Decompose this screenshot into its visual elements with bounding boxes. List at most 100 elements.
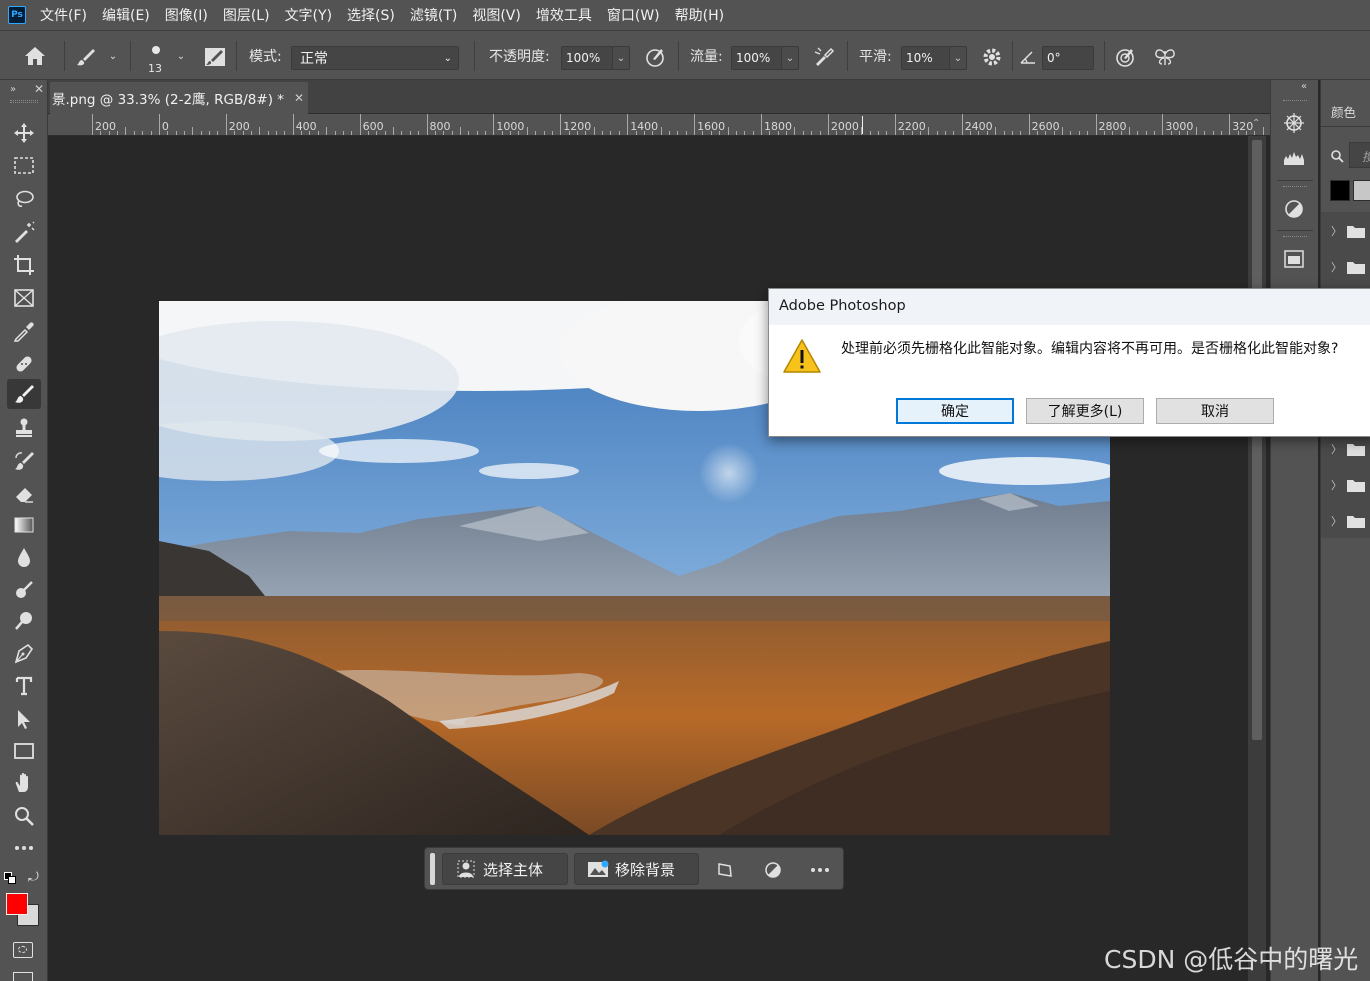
menu-item[interactable]: 视图(V) — [472, 5, 521, 25]
chevron-right-icon[interactable]: 〉 — [1331, 513, 1342, 529]
blend-mode-select[interactable]: 正常 ⌄ — [291, 46, 459, 70]
panel-grip[interactable] — [10, 100, 38, 103]
gradient-icon[interactable] — [7, 510, 41, 540]
brush-tool-preset-icon[interactable] — [74, 45, 98, 69]
panel-close-icon[interactable]: ✕ — [34, 82, 44, 96]
swap-colors-icon[interactable]: ⤾ — [28, 870, 39, 885]
type-tool-icon[interactable] — [7, 671, 41, 701]
pressure-size-icon[interactable] — [1112, 45, 1138, 69]
hand-tool-icon[interactable] — [7, 768, 41, 798]
folder-group-2[interactable]: 〉 — [1321, 250, 1370, 284]
menu-item[interactable]: 选择(S) — [347, 5, 395, 25]
menu-item[interactable]: 文字(Y) — [285, 5, 332, 25]
navigator-icon[interactable] — [1281, 110, 1307, 136]
document-tab[interactable]: 景.png @ 33.3% (2-2鹰, RGB/8#) * ✕ — [50, 82, 308, 114]
transform-icon[interactable] — [713, 858, 737, 882]
chevron-right-icon[interactable]: 〉 — [1331, 223, 1342, 239]
opacity-dropdown-button[interactable]: ⌄ — [612, 46, 630, 70]
menu-item[interactable]: 图层(L) — [223, 5, 270, 25]
taskbar-grip[interactable] — [430, 853, 435, 885]
opacity-input[interactable]: 100% — [561, 46, 613, 70]
gray-swatch[interactable] — [1353, 180, 1370, 201]
quick-mask-icon[interactable] — [13, 942, 33, 958]
flow-dropdown-button[interactable]: ⌄ — [781, 46, 799, 70]
smoothing-dropdown-button[interactable]: ⌄ — [949, 46, 967, 70]
move-tool-icon[interactable] — [7, 118, 41, 148]
eyedropper-icon[interactable] — [7, 316, 41, 346]
menu-item[interactable]: 帮助(H) — [675, 5, 724, 25]
home-icon[interactable] — [20, 43, 50, 69]
more-tools-icon[interactable] — [7, 833, 41, 863]
dodge-icon[interactable] — [7, 574, 41, 604]
learn-more-button[interactable]: 了解更多(L) — [1026, 398, 1144, 424]
menu-item[interactable]: 增效工具 — [536, 5, 592, 25]
ruler-scroll-up-icon[interactable]: ⌃ — [1252, 118, 1260, 129]
menu-item[interactable]: 文件(F) — [40, 5, 87, 25]
adjustment-icon[interactable] — [761, 858, 785, 882]
flow-input[interactable]: 100% — [731, 46, 783, 70]
brush-preview-icon[interactable] — [147, 41, 165, 59]
ruler-minor-tick — [702, 131, 704, 135]
rectangular-marquee-icon[interactable] — [7, 151, 41, 181]
folder-group-5[interactable]: 〉 — [1321, 504, 1370, 538]
scrollbar-thumb[interactable] — [1252, 140, 1262, 740]
chevron-right-icon[interactable]: 〉 — [1331, 477, 1342, 493]
menu-item[interactable]: 编辑(E) — [102, 5, 150, 25]
pressure-opacity-icon[interactable] — [642, 45, 668, 69]
expand-panels-icon[interactable]: « — [1301, 81, 1307, 92]
symmetry-butterfly-icon[interactable] — [1152, 45, 1178, 69]
blur-drop-icon[interactable] — [7, 542, 41, 572]
color-panel-tab[interactable]: 颜色 — [1331, 102, 1356, 121]
gear-icon[interactable] — [979, 45, 1005, 69]
chevron-down-icon[interactable]: ⌄ — [174, 49, 188, 63]
healing-brush-icon[interactable] — [7, 349, 41, 379]
default-colors-icon[interactable] — [4, 872, 16, 884]
flow-label: 流量: — [690, 49, 723, 65]
folder-group-3[interactable]: 〉 — [1321, 432, 1370, 466]
menu-item[interactable]: 滤镜(T) — [410, 5, 457, 25]
pen-tool-icon[interactable] — [7, 638, 41, 668]
path-selection-icon[interactable] — [7, 704, 41, 734]
cancel-button[interactable]: 取消 — [1156, 398, 1274, 424]
brush-tool-icon[interactable] — [7, 379, 41, 409]
foreground-color-swatch[interactable] — [6, 893, 28, 915]
panel-grip[interactable] — [1283, 236, 1307, 239]
eraser-icon[interactable] — [7, 479, 41, 509]
adjustments-icon[interactable] — [1281, 196, 1307, 222]
angle-input[interactable]: 0° — [1042, 46, 1094, 70]
magic-wand-icon[interactable] — [7, 217, 41, 247]
libraries-icon[interactable] — [1281, 246, 1307, 272]
panel-grip[interactable] — [1283, 100, 1307, 103]
black-swatch[interactable] — [1330, 180, 1350, 201]
panel-grip[interactable] — [1283, 186, 1307, 189]
crop-tool-icon[interactable] — [7, 250, 41, 280]
chevron-right-icon[interactable]: 〉 — [1331, 259, 1342, 275]
panel-collapse-icon[interactable]: » — [10, 84, 16, 95]
screen-mode-icon[interactable] — [13, 972, 33, 981]
clone-stamp-icon[interactable] — [7, 413, 41, 443]
folder-group-4[interactable]: 〉 — [1321, 468, 1370, 502]
folder-group-1[interactable]: 〉 — [1321, 214, 1370, 248]
zoom-tool-icon[interactable] — [7, 801, 41, 831]
sponge-magnifier-icon[interactable] — [7, 606, 41, 636]
menu-item[interactable]: 窗口(W) — [607, 5, 660, 25]
frame-tool-icon[interactable] — [7, 283, 41, 313]
more-options-icon[interactable] — [808, 858, 832, 882]
remove-background-button[interactable]: 移除背景 — [574, 853, 699, 885]
close-icon[interactable]: ✕ — [294, 91, 304, 105]
chevron-down-icon[interactable]: ⌄ — [106, 49, 120, 63]
select-subject-button[interactable]: 选择主体 — [442, 853, 568, 885]
lasso-icon[interactable] — [7, 184, 41, 214]
airbrush-icon[interactable] — [811, 45, 837, 69]
chevron-right-icon[interactable]: 〉 — [1331, 441, 1342, 457]
panel-search-input[interactable]: 搜 — [1349, 142, 1370, 168]
vertical-scrollbar[interactable] — [1248, 136, 1266, 981]
rectangle-shape-icon[interactable] — [7, 736, 41, 766]
menu-item[interactable]: 图像(I) — [165, 5, 208, 25]
histogram-icon[interactable] — [1281, 144, 1307, 170]
history-brush-icon[interactable] — [7, 446, 41, 476]
search-icon[interactable] — [1330, 148, 1344, 167]
ok-button[interactable]: 确定 — [896, 398, 1014, 424]
smoothing-input[interactable]: 10% — [901, 46, 951, 70]
brush-settings-icon[interactable] — [202, 45, 228, 69]
